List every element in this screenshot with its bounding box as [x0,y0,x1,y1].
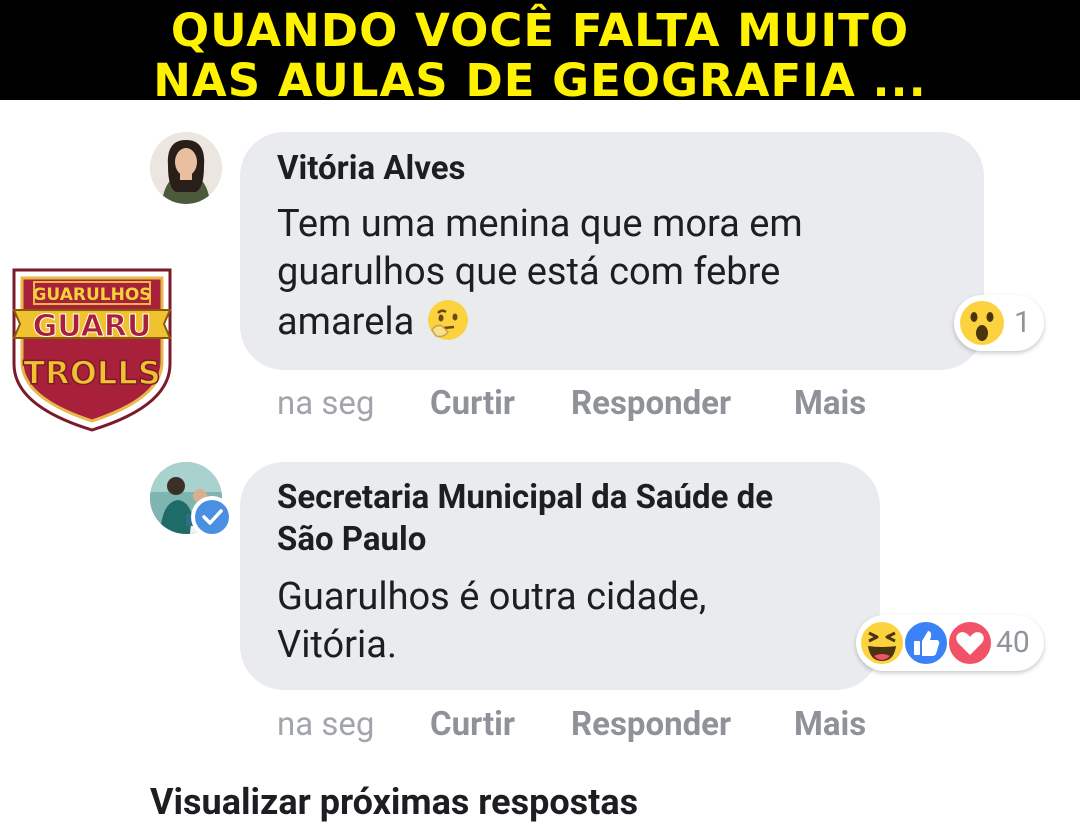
like-icon [903,620,949,666]
love-icon [947,620,993,666]
banner-line-1: QUANDO VOCÊ FALTA MUITO [170,4,910,57]
comment-author[interactable]: Secretaria Municipal da Saúde de São Pau… [277,477,773,561]
reaction-count: 40 [996,625,1030,660]
more-button[interactable]: Mais [794,384,866,424]
checkmark-icon [202,509,223,525]
comment-bubble-2: Secretaria Municipal da Saúde de São Pau… [240,462,880,690]
logo-text-middle: GUARU [33,309,152,344]
logo-text-bottom: TROLLS [23,354,161,392]
meme-banner: QUANDO VOCÊ FALTA MUITO NAS AULAS DE GEO… [0,0,1080,100]
comment-timestamp[interactable]: na seg [277,705,374,745]
thinking-face-icon [428,300,469,340]
comment-author-line: São Paulo [277,520,427,559]
like-button[interactable]: Curtir [430,384,515,424]
comment-text: Guarulhos é outra cidade, Vitória. [277,573,706,669]
guarutrolls-logo: GUARULHOS GUARU TROLLS [12,268,172,432]
comment-text-line: Guarulhos é outra cidade, [277,575,707,619]
comment-author[interactable]: Vitória Alves [277,148,466,190]
profile-photo-icon [150,132,222,204]
haha-icon [859,620,905,666]
comment-text-line: Vitória. [277,623,397,667]
reply-button[interactable]: Responder [571,705,731,745]
banner-line-2: NAS AULAS DE GEOGRAFIA ... [153,54,927,101]
like-button[interactable]: Curtir [430,705,515,745]
comment-bubble-1: Vitória Alves Tem uma menina que mora em… [240,132,984,370]
comment-text-line: Tem uma menina que mora em [277,202,803,246]
reaction-count: 1 [1014,305,1031,340]
comment-author-line: Secretaria Municipal da Saúde de [277,478,774,517]
comment-timestamp[interactable]: na seg [277,384,374,424]
wow-icon [960,301,1004,345]
comment-text-line: guarulhos que está com febre [277,250,781,294]
reaction-summary-1[interactable]: 1 [954,295,1044,351]
comment-text-line: amarela [277,296,803,346]
view-more-replies-link[interactable]: Visualizar próximas respostas [150,780,638,824]
logo-text-top: GUARULHOS [32,285,151,305]
reaction-summary-2[interactable]: 40 [856,615,1044,671]
verified-badge [191,496,233,538]
avatar-vitoria[interactable] [150,132,222,204]
comment-text-fragment: amarela [277,300,415,344]
more-button[interactable]: Mais [794,705,866,745]
comment-text: Tem uma menina que mora em guarulhos que… [277,200,803,346]
reply-button[interactable]: Responder [571,384,731,424]
